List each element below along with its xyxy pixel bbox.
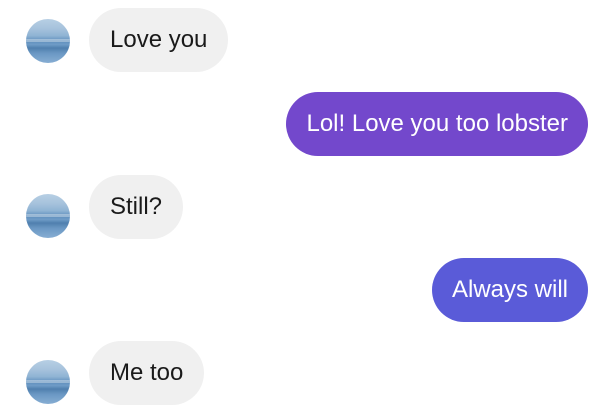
- outgoing-message-bubble[interactable]: Lol! Love you too lobster: [286, 92, 588, 156]
- message-text: Lol! Love you too lobster: [306, 110, 568, 137]
- message-text: Always will: [451, 276, 568, 303]
- incoming-message-bubble[interactable]: Me too: [89, 341, 205, 405]
- message-text: Still?: [110, 193, 163, 220]
- incoming-message-bubble[interactable]: Love you: [89, 8, 229, 72]
- contact-avatar[interactable]: [26, 360, 70, 404]
- outgoing-message-bubble[interactable]: Always will: [431, 258, 588, 322]
- message-text: Me too: [110, 359, 184, 386]
- message-thread: Love you Lol! Love you too lobster Still…: [0, 0, 600, 417]
- message-text: Love you: [110, 26, 208, 53]
- incoming-message-bubble[interactable]: Still?: [89, 175, 184, 239]
- contact-avatar[interactable]: [26, 194, 70, 238]
- contact-avatar[interactable]: [26, 19, 70, 63]
